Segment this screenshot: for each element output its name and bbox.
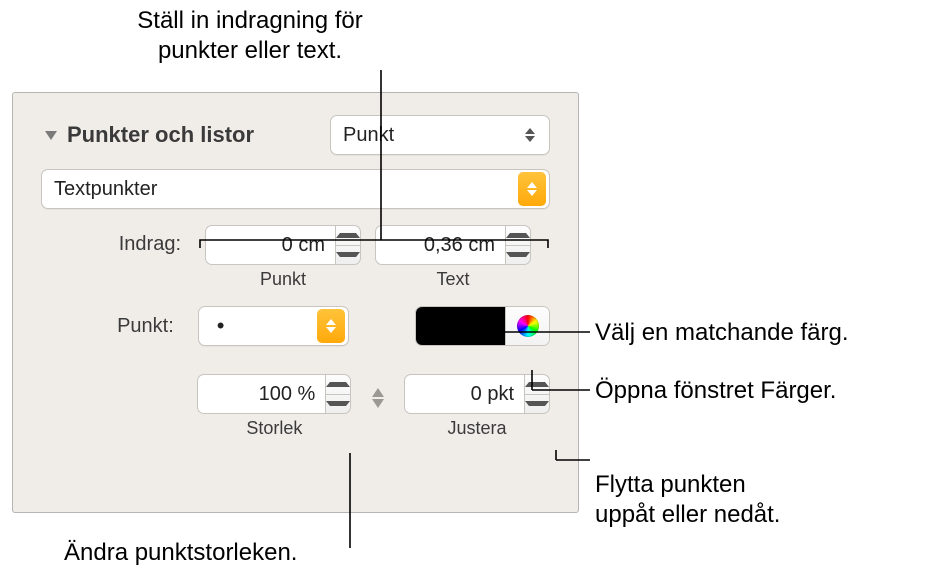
indent-bullet-input[interactable]: 0 cm <box>205 225 335 265</box>
size-caption: Storlek <box>246 418 302 439</box>
callout-change-size: Ändra punktstorleken. <box>64 538 297 568</box>
size-stepper[interactable]: 100 % <box>197 374 351 414</box>
align-caption: Justera <box>447 418 506 439</box>
chevrons-icon <box>523 125 537 145</box>
callout-indent: Ställ in indragning för punkter eller te… <box>100 6 400 66</box>
bullet-style-select[interactable]: Textpunkter <box>41 169 550 209</box>
color-wheel-icon <box>517 315 539 337</box>
stepper-buttons-icon[interactable] <box>524 374 550 414</box>
stepper-buttons-icon[interactable] <box>335 225 361 265</box>
bullet-style-value: Textpunkter <box>54 178 157 201</box>
indent-label: Indrag: <box>41 225 191 256</box>
indent-text-input[interactable]: 0,36 cm <box>375 225 505 265</box>
bullet-glyph-label: Punkt: <box>41 315 184 338</box>
list-type-select[interactable]: Punkt <box>330 115 550 155</box>
vertical-arrows-icon <box>365 381 390 415</box>
bullets-and-lists-panel: Punkter och listor Punkt Textpunkter Ind… <box>12 92 579 513</box>
size-input[interactable]: 100 % <box>197 374 325 414</box>
callout-match-color: Välj en matchande färg. <box>595 318 849 348</box>
color-picker-button[interactable] <box>505 307 549 345</box>
callout-open-colors: Öppna fönstret Färger. <box>595 376 836 406</box>
chevrons-icon <box>317 309 345 343</box>
chevrons-icon <box>518 172 546 206</box>
bullet-color-well <box>415 306 550 346</box>
indent-text-caption: Text <box>436 269 469 290</box>
align-input[interactable]: 0 pkt <box>404 374 524 414</box>
disclosure-triangle-icon[interactable] <box>45 131 57 140</box>
callout-move-bullet: Flytta punkten uppåt eller nedåt. <box>595 440 780 530</box>
bullet-glyph-value: • <box>217 313 225 339</box>
align-stepper[interactable]: 0 pkt <box>404 374 550 414</box>
stepper-buttons-icon[interactable] <box>325 374 351 414</box>
stepper-buttons-icon[interactable] <box>505 225 531 265</box>
color-swatch-button[interactable] <box>416 307 505 345</box>
bullet-glyph-select[interactable]: • <box>198 306 350 346</box>
indent-bullet-stepper[interactable]: 0 cm <box>205 225 361 265</box>
section-title: Punkter och listor <box>67 122 254 148</box>
list-type-value: Punkt <box>343 124 394 147</box>
indent-text-stepper[interactable]: 0,36 cm <box>375 225 531 265</box>
indent-bullet-caption: Punkt <box>260 269 306 290</box>
